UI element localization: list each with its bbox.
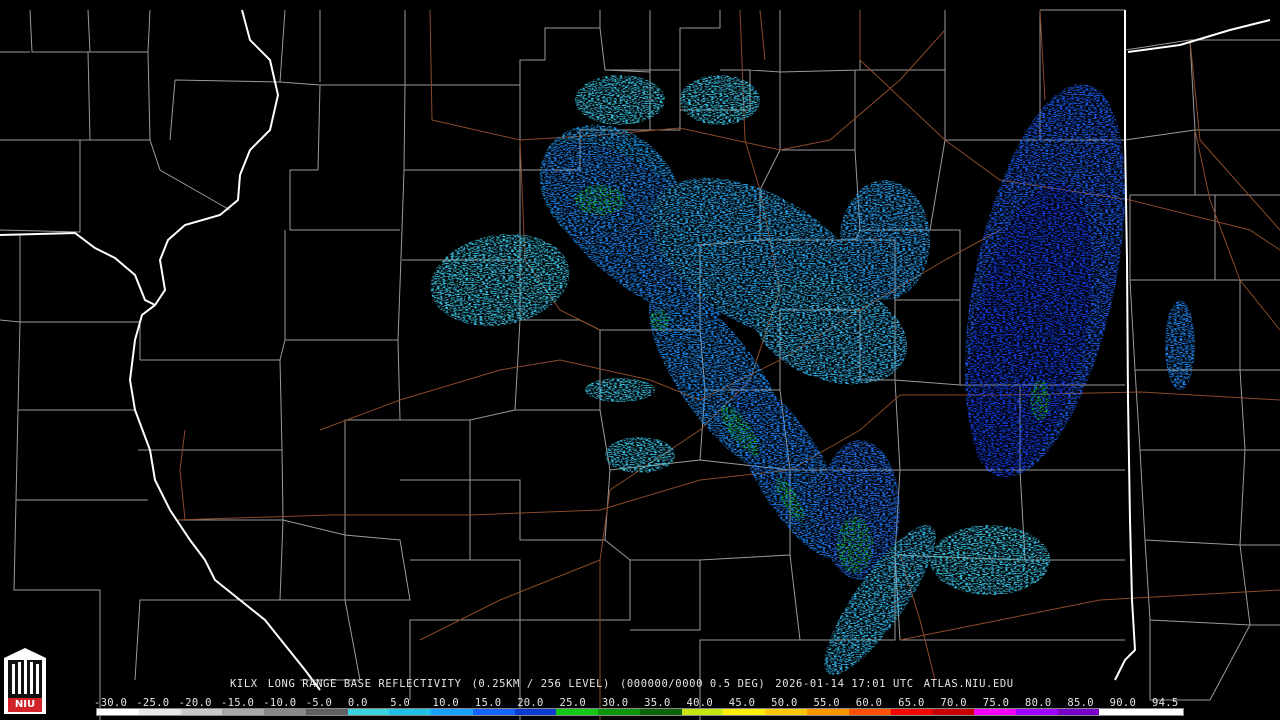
caption-station: KILX [230,678,258,690]
scale-swatch [723,709,766,715]
product-caption: KILX LONG RANGE BASE REFLECTIVITY (0.25KM … [230,678,1024,690]
scale-swatch [807,709,849,715]
scale-swatch [264,709,306,715]
scale-swatch [681,709,724,715]
scale-swatch [1015,709,1058,715]
scale-swatch [974,709,1016,715]
scale-swatch [890,709,933,715]
scale-swatch [1141,709,1183,715]
scale-swatch [639,709,682,715]
scale-swatch [848,709,891,715]
scale-swatch [1099,709,1142,715]
scale-swatch [180,709,223,715]
scale-swatch [97,709,139,715]
caption-datetime: 2026-01-14 17:01 UTC [775,678,914,690]
caption-product: LONG RANGE BASE REFLECTIVITY [267,678,462,690]
scale-swatch [222,709,265,715]
scale-swatch [431,709,473,715]
scale-swatch [514,709,557,715]
caption-resolution: (0.25KM / 256 LEVEL) [471,678,610,690]
scale-swatch [765,709,808,715]
color-scale-bar [96,708,1184,716]
caption-site: ATLAS.NIU.EDU [923,678,1014,690]
scale-swatch [932,709,975,715]
scale-swatch [138,709,181,715]
scale-swatch [598,709,640,715]
scale-swatch [389,709,432,715]
scale-swatch [347,709,390,715]
radar-map [0,9,1280,720]
caption-volume: (000000/0000 0.5 DEG) [619,678,766,690]
scale-swatch [305,709,348,715]
niu-logo-text: NIU [14,699,36,710]
scale-swatch [556,709,599,715]
reflectivity-returns [430,75,1195,676]
niu-logo-label-box: NIU [4,648,46,716]
scale-swatch [1057,709,1100,715]
scale-swatch [472,709,515,715]
